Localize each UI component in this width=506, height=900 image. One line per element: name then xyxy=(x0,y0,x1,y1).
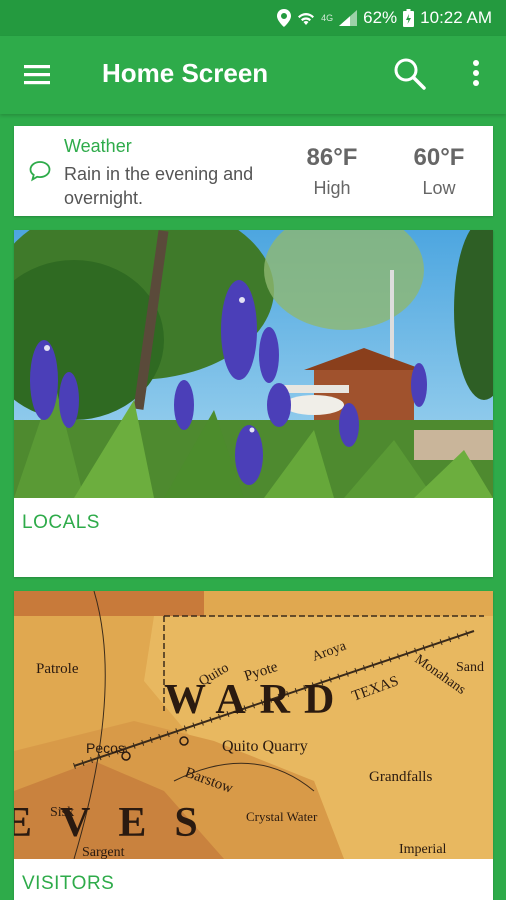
location-icon xyxy=(277,9,292,27)
locals-label: LOCALS xyxy=(22,512,100,533)
page-title: Home Screen xyxy=(102,58,269,88)
temp-high-value: 86°F xyxy=(306,144,358,171)
app-bar: Home Screen xyxy=(0,36,506,114)
temp-low-label: Low xyxy=(422,178,456,198)
map-town-1: Patrole xyxy=(36,661,79,677)
weather-description: Rain in the evening and overnight. xyxy=(64,164,254,208)
temp-high: 86°F High xyxy=(292,144,372,199)
wifi-icon xyxy=(298,13,315,25)
search-button[interactable] xyxy=(392,56,432,92)
locals-image xyxy=(14,230,493,498)
map-town-11: Crystal Water xyxy=(246,809,318,824)
status-icons: 4G 62% 10:22 AM xyxy=(277,0,492,36)
more-vert-icon xyxy=(473,60,479,86)
visitors-label: VISITORS xyxy=(22,873,115,894)
visitors-card[interactable]: WARD EVES TEXAS Pecos Patrole Pyote Quit… xyxy=(14,591,493,900)
battery-percent: 62% xyxy=(363,8,398,27)
weather-card[interactable]: Weather Rain in the evening and overnigh… xyxy=(14,126,493,216)
antique-map-photo: WARD EVES TEXAS Pecos Patrole Pyote Quit… xyxy=(14,591,493,859)
status-bar: 4G 62% 10:22 AM xyxy=(0,0,506,36)
network-type: 4G xyxy=(321,13,334,23)
map-town-9: Sisk xyxy=(50,805,74,820)
chat-bubble-icon xyxy=(29,161,51,182)
temp-high-label: High xyxy=(313,178,351,198)
map-town-10: Sargent xyxy=(82,845,125,859)
locals-card[interactable]: LOCALS xyxy=(14,230,493,577)
temp-low: 60°F Low xyxy=(399,144,479,199)
visitors-image: WARD EVES TEXAS Pecos Patrole Pyote Quit… xyxy=(14,591,493,859)
search-icon xyxy=(394,58,426,90)
signal-icon xyxy=(339,10,358,26)
map-town-4: Quito Quarry xyxy=(222,738,308,755)
map-town-12: Imperial xyxy=(399,842,447,857)
menu-button[interactable] xyxy=(22,60,56,90)
map-county-partial-label: EVES xyxy=(14,800,226,846)
weather-title: Weather xyxy=(64,136,132,156)
map-town-8: Grandfalls xyxy=(369,769,432,785)
map-town-13: Sand xyxy=(456,660,484,675)
battery-charging-icon xyxy=(403,9,415,27)
map-county-label: WARD xyxy=(164,677,348,723)
clock: 10:22 AM xyxy=(420,8,492,27)
temp-low-value: 60°F xyxy=(413,144,465,171)
bluebonnet-garden-photo xyxy=(14,230,493,498)
menu-icon xyxy=(24,65,50,85)
map-town-0: Pecos xyxy=(86,740,125,756)
more-options-button[interactable] xyxy=(462,56,490,92)
